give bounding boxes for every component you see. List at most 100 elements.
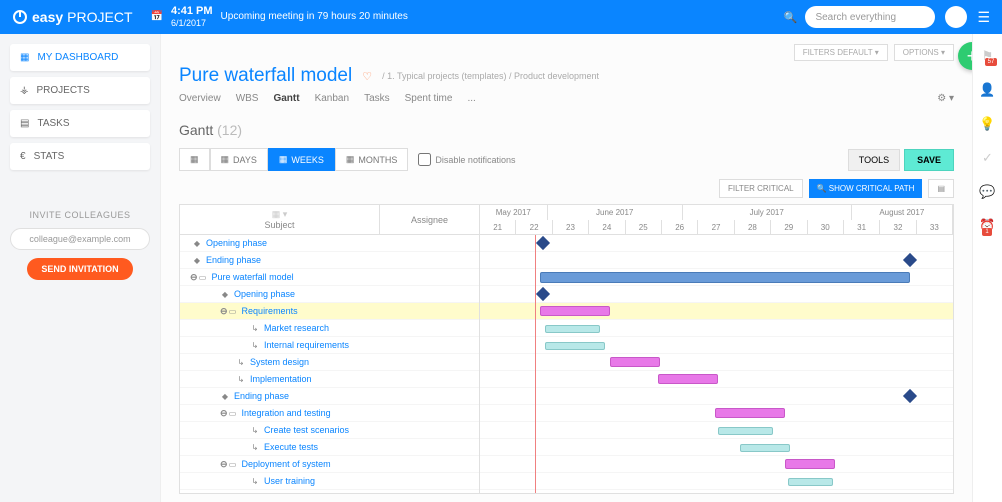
nav-projects[interactable]: ⚶PROJECTS [10, 77, 150, 104]
task-row[interactable]: ↳ Implementation [180, 371, 479, 388]
task-row[interactable]: ↳ Documentation [180, 490, 479, 493]
weeks-button[interactable]: ▦ WEEKS [268, 148, 335, 171]
save-button[interactable]: SAVE [904, 149, 954, 171]
disable-notif[interactable]: Disable notifications [418, 153, 515, 166]
gantt-row [480, 252, 953, 269]
gantt-bar[interactable] [540, 272, 910, 283]
task-row[interactable]: ↳ User training [180, 473, 479, 490]
col-subject[interactable]: Subject [264, 220, 294, 230]
gantt-row [480, 439, 953, 456]
gantt-bar[interactable] [788, 478, 833, 486]
tab-overview[interactable]: Overview [179, 93, 221, 108]
task-row[interactable]: ↳ Create test scenarios [180, 422, 479, 439]
milestone[interactable] [536, 236, 550, 250]
topbar-time: 📅 4:41 PM 6/1/2017 Upcoming meeting in 7… [151, 5, 408, 29]
search-icon[interactable]: 🔍 [784, 11, 798, 24]
tasks-icon: ▤ [20, 118, 29, 129]
months-button[interactable]: ▦ MONTHS [335, 148, 409, 171]
milestone[interactable] [903, 253, 917, 267]
task-row[interactable]: ↳ Internal requirements [180, 337, 479, 354]
today-line [535, 235, 536, 493]
gantt-bar[interactable] [903, 389, 917, 403]
filters-options[interactable]: OPTIONS ▾ [894, 44, 954, 61]
menu-icon[interactable]: ☰ [977, 9, 990, 26]
nav-dashboard[interactable]: ▦MY DASHBOARD [10, 44, 150, 71]
month-june: June 2017 [548, 205, 683, 220]
task-row[interactable]: ⊖ ▭ Pure waterfall model [180, 269, 479, 286]
send-invitation-button[interactable]: SEND INVITATION [27, 258, 132, 280]
week-22: 22 [516, 220, 552, 235]
avatar[interactable] [945, 6, 967, 28]
chat-icon[interactable]: 💬 [979, 184, 995, 200]
gantt-bar[interactable] [545, 342, 605, 350]
filter-critical-button[interactable]: FILTER CRITICAL [719, 179, 803, 198]
gantt-row [480, 371, 953, 388]
alarm-icon[interactable]: ⏰1 [979, 218, 995, 234]
gantt-bar[interactable] [540, 306, 610, 316]
week-26: 26 [662, 220, 698, 235]
week-33: 33 [917, 220, 953, 235]
gantt-row [480, 337, 953, 354]
gantt-bar[interactable] [545, 325, 600, 333]
gantt-row [480, 422, 953, 439]
gantt-bar[interactable] [536, 287, 550, 301]
add-button[interactable]: + [958, 42, 972, 70]
days-button[interactable]: ▦ DAYS [210, 148, 268, 171]
tab-gantt[interactable]: Gantt [273, 93, 299, 108]
gantt-bar[interactable] [785, 459, 835, 469]
calendar-icon[interactable]: 📅 [151, 11, 163, 22]
week-25: 25 [626, 220, 662, 235]
gantt-row [480, 456, 953, 473]
favorite-icon[interactable]: ♡ [362, 70, 372, 83]
week-29: 29 [771, 220, 807, 235]
month-august: August 2017 [852, 205, 953, 220]
task-row[interactable]: ◆ Opening phase [180, 286, 479, 303]
tab-tasks[interactable]: Tasks [364, 93, 390, 108]
tab-more[interactable]: ... [467, 93, 475, 108]
logo[interactable]: easyPROJECT [12, 9, 133, 25]
brand-thin: PROJECT [67, 9, 132, 25]
user-icon[interactable]: 👤 [979, 82, 995, 98]
task-row[interactable]: ↳ System design [180, 354, 479, 371]
task-row[interactable]: ◆ Ending phase [180, 388, 479, 405]
gantt-bar[interactable] [715, 408, 785, 418]
task-row[interactable]: ◆ Ending phase [180, 252, 479, 269]
flag-icon[interactable]: ⚑57 [982, 48, 994, 64]
gantt-bar[interactable] [658, 374, 718, 384]
topbar: easyPROJECT 📅 4:41 PM 6/1/2017 Upcoming … [0, 0, 1002, 34]
export-button[interactable]: ▤ [928, 179, 954, 198]
nav-tasks[interactable]: ▤TASKS [10, 110, 150, 137]
task-row[interactable]: ⊖ ▭ Deployment of system [180, 456, 479, 473]
month-july: July 2017 [683, 205, 852, 220]
col-assignee[interactable]: Assignee [380, 205, 479, 234]
dashboard-icon: ▦ [20, 52, 29, 63]
brand-bold: easy [32, 9, 63, 25]
bulb-icon[interactable]: 💡 [979, 116, 995, 132]
gantt: ▦ ▾Subject Assignee ◆ Opening phase◆ End… [179, 204, 954, 494]
clock-date: 6/1/2017 [171, 18, 213, 29]
invite-input[interactable]: colleague@example.com [10, 228, 150, 250]
gantt-row [480, 405, 953, 422]
filters-default[interactable]: FILTERS DEFAULT ▾ [794, 44, 888, 61]
task-row[interactable]: ↳ Market research [180, 320, 479, 337]
gantt-bar[interactable] [718, 427, 773, 435]
task-row[interactable]: ⊖ ▭ Integration and testing [180, 405, 479, 422]
week-21: 21 [480, 220, 516, 235]
gear-icon[interactable]: ⚙ ▾ [937, 93, 954, 108]
task-row[interactable]: ◆ Opening phase [180, 235, 479, 252]
tools-button[interactable]: TOOLS [848, 149, 900, 171]
task-row[interactable]: ↳ Execute tests [180, 439, 479, 456]
tab-spent[interactable]: Spent time [405, 93, 453, 108]
show-critical-button[interactable]: 🔍 SHOW CRITICAL PATH [809, 179, 923, 198]
tab-kanban[interactable]: Kanban [315, 93, 349, 108]
search-input[interactable]: Search everything [805, 6, 935, 28]
gantt-bar[interactable] [610, 357, 660, 367]
check-icon[interactable]: ✓ [982, 150, 993, 166]
tab-wbs[interactable]: WBS [236, 93, 259, 108]
nav-stats[interactable]: €STATS [10, 143, 150, 170]
clock-time: 4:41 PM [171, 5, 213, 18]
breadcrumb[interactable]: / 1. Typical projects (templates) / Prod… [382, 71, 599, 81]
task-row[interactable]: ⊖ ▭ Requirements [180, 303, 479, 320]
gantt-bar[interactable] [740, 444, 790, 452]
cal-icon-button[interactable]: ▦ [179, 148, 210, 171]
